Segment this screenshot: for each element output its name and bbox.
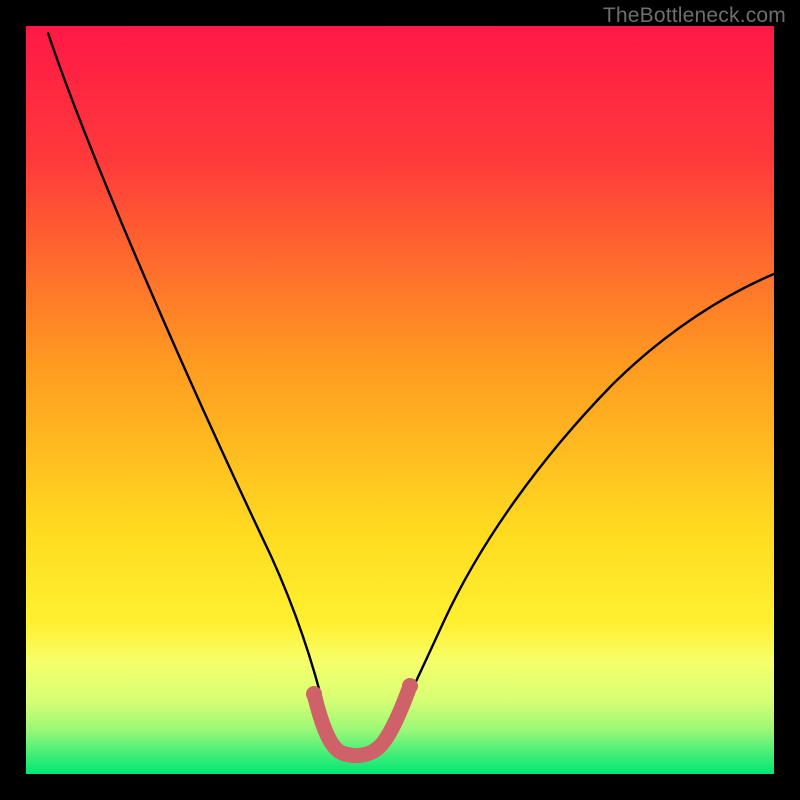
watermark-text: TheBottleneck.com <box>603 4 786 28</box>
gradient-background <box>26 26 774 774</box>
chart-frame: TheBottleneck.com <box>0 0 800 800</box>
highlight-dot-left <box>306 686 322 702</box>
plot-area <box>26 26 774 774</box>
highlight-dot-right <box>402 678 418 694</box>
plot-svg <box>26 26 774 774</box>
